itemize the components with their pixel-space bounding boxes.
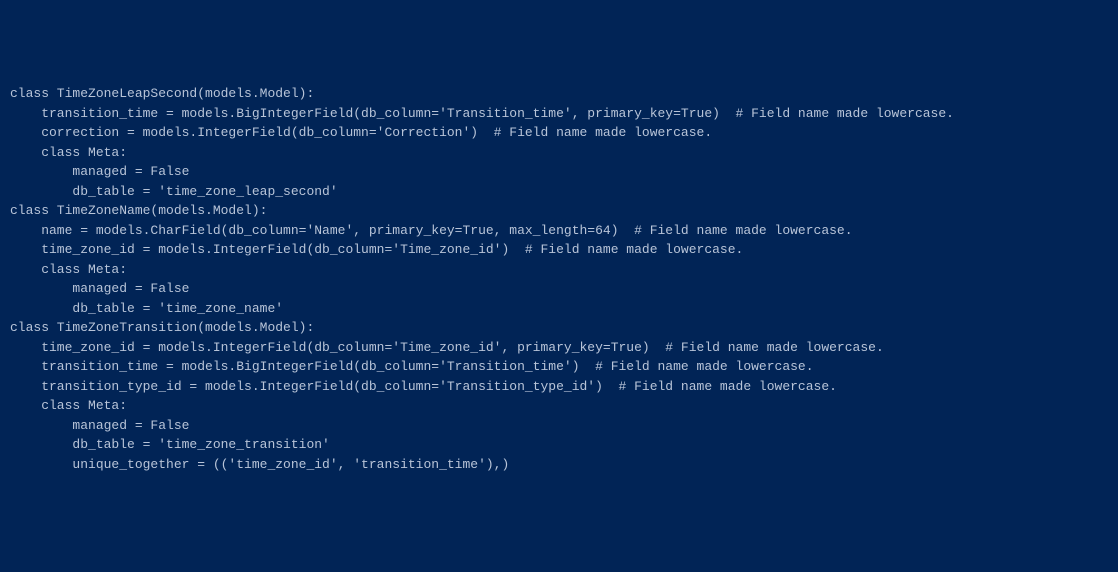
code-line: correction = models.IntegerField(db_colu… xyxy=(10,123,1108,143)
code-editor[interactable]: class TimeZoneLeapSecond(models.Model): … xyxy=(10,84,1108,474)
code-line: name = models.CharField(db_column='Name'… xyxy=(10,221,1108,241)
code-line: managed = False xyxy=(10,279,1108,299)
code-line: class Meta: xyxy=(10,260,1108,280)
code-line: class Meta: xyxy=(10,143,1108,163)
code-line: managed = False xyxy=(10,162,1108,182)
code-line: class TimeZoneName(models.Model): xyxy=(10,201,1108,221)
code-line: db_table = 'time_zone_transition' xyxy=(10,435,1108,455)
code-line: transition_type_id = models.IntegerField… xyxy=(10,377,1108,397)
code-line: unique_together = (('time_zone_id', 'tra… xyxy=(10,455,1108,475)
code-line: class Meta: xyxy=(10,396,1108,416)
code-line: time_zone_id = models.IntegerField(db_co… xyxy=(10,338,1108,358)
code-line: class TimeZoneLeapSecond(models.Model): xyxy=(10,84,1108,104)
code-line: class TimeZoneTransition(models.Model): xyxy=(10,318,1108,338)
code-line: db_table = 'time_zone_name' xyxy=(10,299,1108,319)
code-line: time_zone_id = models.IntegerField(db_co… xyxy=(10,240,1108,260)
code-line: managed = False xyxy=(10,416,1108,436)
code-line: transition_time = models.BigIntegerField… xyxy=(10,357,1108,377)
code-line: db_table = 'time_zone_leap_second' xyxy=(10,182,1108,202)
code-line: transition_time = models.BigIntegerField… xyxy=(10,104,1108,124)
